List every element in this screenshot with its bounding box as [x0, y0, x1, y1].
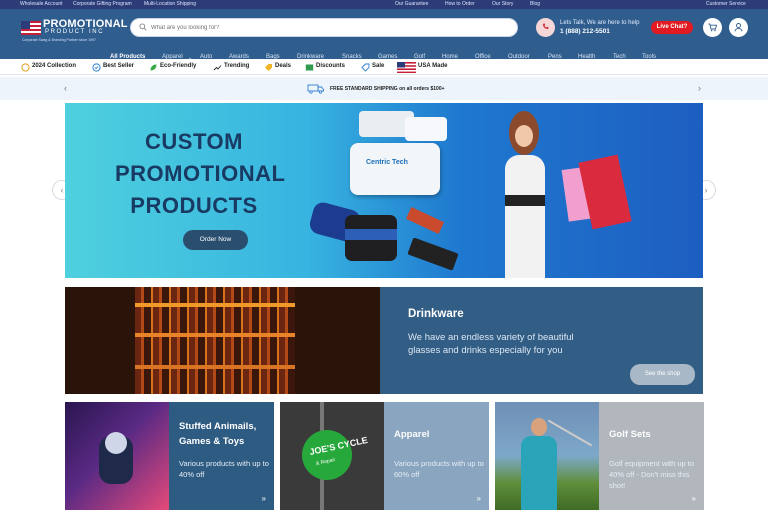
how-to-order-link[interactable]: How to Order: [445, 1, 475, 7]
drinkware-description: We have an endless variety of beautiful …: [408, 332, 574, 356]
order-now-button[interactable]: Order Now: [183, 230, 248, 250]
cat-label: Trending: [224, 63, 250, 69]
double-chevron-right-icon: »: [691, 494, 696, 503]
search-icon[interactable]: [139, 23, 147, 31]
contact-tagline: Lets Talk, We are here to help: [560, 20, 640, 26]
us-flag-icon: [397, 62, 416, 73]
search-bar: [130, 18, 518, 37]
golf-image: [495, 402, 599, 510]
card-title: Golf Sets: [609, 429, 651, 440]
model-image: [491, 111, 555, 278]
cart-icon: [708, 23, 718, 32]
wholesale-link[interactable]: Wholesale Account: [20, 1, 63, 7]
bag-image: [345, 215, 397, 261]
account-button[interactable]: [729, 18, 748, 37]
drinkware-banner: Drinkware We have an endless variety of …: [65, 287, 703, 394]
blog-link[interactable]: Blog: [530, 1, 540, 7]
cat-label: Deals: [275, 63, 292, 69]
card-description: Various products with up to 60% off: [394, 459, 484, 479]
hero-banner: CUSTOM PROMOTIONAL PRODUCTS Order Now Ce…: [65, 103, 703, 278]
bag-stripe: [345, 229, 397, 240]
golf-info: Golf Sets Golf equipment with up to 40% …: [599, 402, 704, 510]
product-brand: Centric Tech: [366, 159, 408, 166]
phone-number[interactable]: 1 (888) 212-5501: [560, 28, 610, 35]
cat-usa-made[interactable]: USA Made: [397, 62, 448, 73]
cat-sale[interactable]: Sale: [361, 63, 385, 72]
logo-tagline: Corporate Swag & Branding Partner since …: [22, 38, 96, 42]
ship-next-arrow[interactable]: ›: [698, 83, 701, 93]
category-bar: 2024 Collection Best Seller Eco-Friendly…: [0, 59, 768, 75]
card-toys[interactable]: Stuffed Animails, Games & Toys Various p…: [65, 402, 274, 510]
usb-image: [405, 207, 445, 234]
guarantee-link[interactable]: Our Guarantee: [395, 1, 428, 7]
apparel-info: Apparel Various products with up to 60% …: [384, 402, 489, 510]
leaf-icon: [150, 64, 157, 71]
customer-service-link[interactable]: Customer Service: [706, 1, 746, 7]
sale-tag-icon: [361, 63, 370, 72]
usb-sticks-image: [407, 237, 459, 271]
logo-subtitle: PRODUCT INC: [45, 29, 105, 35]
bar-shelves-image: [65, 287, 380, 394]
phone-icon[interactable]: [536, 18, 555, 37]
cat-eco-friendly[interactable]: Eco-Friendly: [150, 63, 197, 71]
card-description: Various products with up to 40% off: [179, 459, 269, 479]
truck-icon: [307, 84, 324, 94]
cat-label: Sale: [372, 63, 385, 69]
see-the-shop-button[interactable]: See the shop: [630, 364, 695, 385]
product-box-image: Centric Tech: [350, 143, 440, 195]
site-header: PROMOTIONAL PRODUCT INC Corporate Swag &…: [0, 9, 768, 61]
cat-trending[interactable]: Trending: [213, 63, 250, 71]
live-chat-button[interactable]: Live Chat?: [651, 21, 693, 34]
hero-title-line2: PROMOTIONAL: [115, 161, 286, 186]
our-story-link[interactable]: Our Story: [492, 1, 513, 7]
ship-prev-arrow[interactable]: ‹: [64, 83, 67, 93]
cat-2024-collection[interactable]: 2024 Collection: [21, 63, 77, 72]
card-description: Golf equipment with up to 40% off - Don'…: [609, 459, 695, 490]
card-apparel[interactable]: JOE'S CYCLE & Repair Apparel Various pro…: [280, 402, 489, 510]
toys-info: Stuffed Animails, Games & Toys Various p…: [169, 402, 274, 510]
discount-icon: [305, 64, 314, 71]
flag-icon: [21, 21, 41, 35]
cart-button[interactable]: [703, 18, 722, 37]
badge-icon: [21, 63, 30, 72]
card-golf[interactable]: Golf Sets Golf equipment with up to 40% …: [495, 402, 704, 510]
double-chevron-right-icon: »: [261, 494, 266, 503]
multi-location-link[interactable]: Multi-Location Shipping: [144, 1, 196, 7]
drinkware-info: Drinkware We have an endless variety of …: [380, 287, 703, 394]
utility-bar: Wholesale Account Corporate Gifting Prog…: [0, 0, 768, 9]
drinkware-title: Drinkware: [408, 308, 464, 320]
apparel-image: JOE'S CYCLE & Repair: [280, 402, 384, 510]
cat-best-seller[interactable]: Best Seller: [92, 63, 135, 72]
patch-text: JOE'S CYCLE: [308, 434, 369, 458]
patch-subtext: & Repair: [315, 457, 336, 467]
card-title: Apparel: [394, 429, 430, 440]
hero-title-line1: CUSTOM: [145, 129, 243, 154]
cat-deals[interactable]: Deals: [265, 63, 292, 71]
user-icon: [734, 23, 743, 32]
cat-label: Eco-Friendly: [160, 63, 197, 69]
toys-image: [65, 402, 169, 510]
cat-label: USA Made: [418, 63, 448, 69]
check-badge-icon: [92, 63, 101, 72]
card-title: Stuffed Animails, Games & Toys: [179, 421, 257, 447]
shipping-banner: ‹ FREE STANDARD SHIPPING on all orders $…: [0, 77, 768, 100]
cat-discounts[interactable]: Discounts: [305, 63, 346, 71]
cat-label: 2024 Collection: [32, 63, 77, 69]
tag-icon: [265, 64, 272, 71]
double-chevron-right-icon: »: [476, 494, 481, 503]
hero-title-line3: PRODUCTS: [130, 193, 258, 218]
cat-label: Best Seller: [103, 63, 135, 69]
corporate-gifting-link[interactable]: Corporate Gifting Program: [73, 1, 132, 7]
product-case-image: [405, 117, 447, 141]
shipping-text: FREE STANDARD SHIPPING on all orders $10…: [330, 86, 445, 92]
cat-label: Discounts: [316, 63, 346, 69]
patch-image: JOE'S CYCLE & Repair: [302, 430, 369, 480]
search-input[interactable]: [151, 22, 451, 34]
trending-icon: [213, 65, 222, 71]
